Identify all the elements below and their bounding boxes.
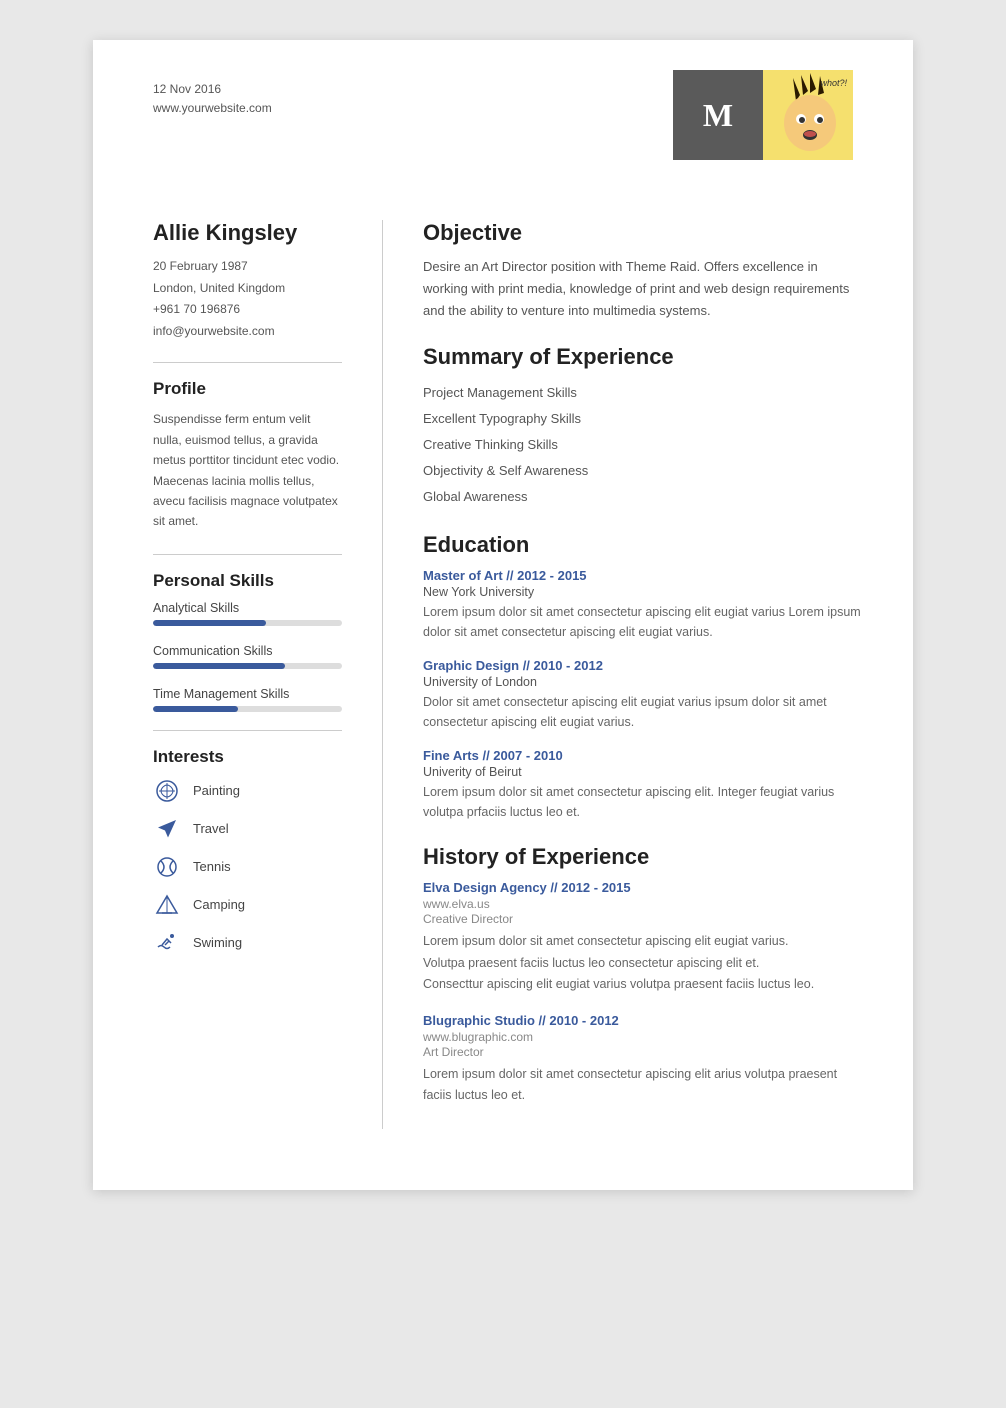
whot-text: whot?!	[820, 78, 847, 88]
initial-box: M	[673, 70, 763, 160]
interest-tennis: Tennis	[153, 853, 342, 881]
interest-swimming-label: Swiming	[193, 935, 242, 950]
location: London, United Kingdom	[153, 278, 342, 300]
edu-title-1: Graphic Design // 2010 - 2012	[423, 658, 863, 673]
travel-icon	[153, 815, 181, 843]
tennis-icon	[153, 853, 181, 881]
header: 12 Nov 2016 www.yourwebsite.com M whot?!	[93, 40, 913, 200]
profile-title: Profile	[153, 379, 342, 399]
skills-section: Personal Skills Analytical Skills Commun…	[153, 571, 342, 712]
phone: +961 70 196876	[153, 299, 342, 321]
profile-text: Suspendisse ferm entum velit nulla, euis…	[153, 409, 342, 531]
swimming-icon	[153, 929, 181, 957]
summary-title: Summary of Experience	[423, 344, 863, 370]
main-content: Allie Kingsley 20 February 1987 London, …	[93, 200, 913, 1169]
email: info@yourwebsite.com	[153, 321, 342, 343]
profile-section: Profile Suspendisse ferm entum velit nul…	[153, 379, 342, 531]
history-title: History of Experience	[423, 844, 863, 870]
edu-school-1: University of London	[423, 675, 863, 689]
education-section: Education Master of Art // 2012 - 2015 N…	[423, 532, 863, 822]
skill-time-bar-fill	[153, 706, 238, 712]
exp-item-0: Elva Design Agency // 2012 - 2015 www.el…	[423, 880, 863, 995]
exp-desc-0: Lorem ipsum dolor sit amet consectetur a…	[423, 931, 863, 995]
exp-desc-1: Lorem ipsum dolor sit amet consectetur a…	[423, 1064, 863, 1107]
summary-item-0: Project Management Skills	[423, 380, 863, 406]
interest-tennis-label: Tennis	[193, 859, 231, 874]
exp-title-1: Blugraphic Studio // 2010 - 2012	[423, 1013, 863, 1028]
edu-school-0: New York University	[423, 585, 863, 599]
skill-analytical: Analytical Skills	[153, 601, 342, 626]
skill-communication-bar-bg	[153, 663, 342, 669]
objective-section: Objective Desire an Art Director positio…	[423, 220, 863, 322]
header-images: M whot?!	[673, 70, 853, 160]
edu-item-0: Master of Art // 2012 - 2015 New York Un…	[423, 568, 863, 642]
edu-school-2: Univerity of Beirut	[423, 765, 863, 779]
interest-travel-label: Travel	[193, 821, 229, 836]
person-name: Allie Kingsley	[153, 220, 342, 246]
summary-item-2: Creative Thinking Skills	[423, 432, 863, 458]
avatar-box: whot?!	[763, 70, 853, 160]
interest-painting: Painting	[153, 777, 342, 805]
objective-text: Desire an Art Director position with The…	[423, 256, 863, 322]
interests-title: Interests	[153, 747, 342, 767]
skills-title: Personal Skills	[153, 571, 342, 591]
skill-time-bar-bg	[153, 706, 342, 712]
exp-role-1: Art Director	[423, 1045, 863, 1059]
divider-2	[153, 554, 342, 555]
summary-section: Summary of Experience Project Management…	[423, 344, 863, 510]
name-section: Allie Kingsley 20 February 1987 London, …	[153, 220, 342, 342]
interest-swimming: Swiming	[153, 929, 342, 957]
contact-info: 20 February 1987 London, United Kingdom …	[153, 256, 342, 342]
edu-title-0: Master of Art // 2012 - 2015	[423, 568, 863, 583]
skill-communication-label: Communication Skills	[153, 644, 342, 658]
interest-camping-label: Camping	[193, 897, 245, 912]
right-column: Objective Desire an Art Director positio…	[383, 220, 913, 1129]
summary-item-1: Excellent Typography Skills	[423, 406, 863, 432]
edu-desc-0: Lorem ipsum dolor sit amet consectetur a…	[423, 602, 863, 642]
skill-time: Time Management Skills	[153, 687, 342, 712]
edu-item-1: Graphic Design // 2010 - 2012 University…	[423, 658, 863, 732]
skill-analytical-bar-bg	[153, 620, 342, 626]
skill-analytical-bar-fill	[153, 620, 266, 626]
objective-title: Objective	[423, 220, 863, 246]
edu-title-2: Fine Arts // 2007 - 2010	[423, 748, 863, 763]
edu-item-2: Fine Arts // 2007 - 2010 Univerity of Be…	[423, 748, 863, 822]
exp-item-1: Blugraphic Studio // 2010 - 2012 www.blu…	[423, 1013, 863, 1107]
interest-painting-label: Painting	[193, 783, 240, 798]
summary-list: Project Management Skills Excellent Typo…	[423, 380, 863, 510]
skill-time-label: Time Management Skills	[153, 687, 342, 701]
skill-communication: Communication Skills	[153, 644, 342, 669]
exp-url-0: www.elva.us	[423, 897, 863, 911]
dob: 20 February 1987	[153, 256, 342, 278]
exp-title-0: Elva Design Agency // 2012 - 2015	[423, 880, 863, 895]
interests-section: Interests Painting Travel	[153, 747, 342, 957]
divider-1	[153, 362, 342, 363]
history-section: History of Experience Elva Design Agency…	[423, 844, 863, 1106]
skill-communication-bar-fill	[153, 663, 285, 669]
skill-analytical-label: Analytical Skills	[153, 601, 342, 615]
exp-url-1: www.blugraphic.com	[423, 1030, 863, 1044]
painting-icon	[153, 777, 181, 805]
interest-travel: Travel	[153, 815, 342, 843]
resume-page: 12 Nov 2016 www.yourwebsite.com M whot?!	[93, 40, 913, 1190]
edu-desc-1: Dolor sit amet consectetur apiscing elit…	[423, 692, 863, 732]
edu-desc-2: Lorem ipsum dolor sit amet consectetur a…	[423, 782, 863, 822]
education-title: Education	[423, 532, 863, 558]
summary-item-3: Objectivity & Self Awareness	[423, 458, 863, 484]
exp-role-0: Creative Director	[423, 912, 863, 926]
camping-icon	[153, 891, 181, 919]
left-column: Allie Kingsley 20 February 1987 London, …	[93, 220, 383, 1129]
divider-3	[153, 730, 342, 731]
summary-item-4: Global Awareness	[423, 484, 863, 510]
interest-camping: Camping	[153, 891, 342, 919]
